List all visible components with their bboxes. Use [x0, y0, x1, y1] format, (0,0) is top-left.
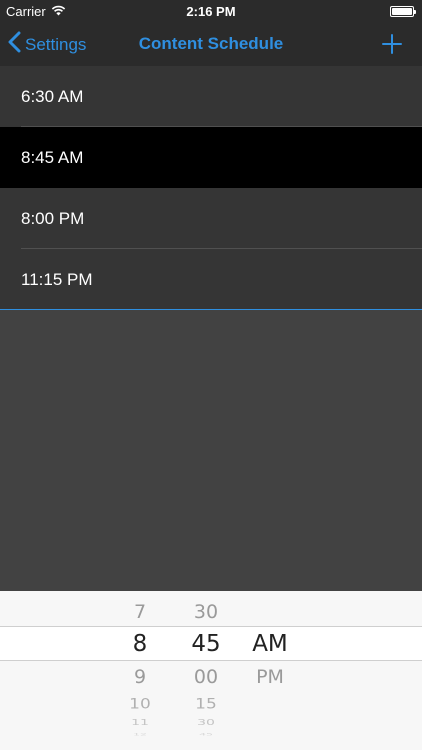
- hour-option: 12: [133, 732, 147, 737]
- ampm-selected: AM: [252, 631, 288, 657]
- hour-option: 11: [131, 718, 149, 728]
- battery-icon: [390, 6, 416, 17]
- schedule-time: 8:00 PM: [21, 209, 85, 228]
- ampm-wheel[interactable]: AM PM: [240, 591, 300, 750]
- minute-wheel[interactable]: 30 45 00 15 30 45: [176, 591, 236, 750]
- minute-option: 00: [193, 666, 219, 688]
- schedule-time: 8:45 AM: [21, 148, 84, 167]
- schedule-list: 6:30 AM 8:45 AM 8:00 PM 11:15 PM: [0, 66, 422, 310]
- time-picker: 7 8 9 10 11 12 30 45 00 15 30 45 AM PM: [0, 591, 422, 750]
- add-button[interactable]: [380, 32, 404, 56]
- navigation-bar: Settings Content Schedule: [0, 22, 422, 66]
- minute-option: 45: [199, 732, 213, 737]
- ampm-option: PM: [256, 666, 284, 688]
- schedule-time: 6:30 AM: [21, 87, 84, 106]
- minute-option: 30: [193, 601, 219, 623]
- screen: Carrier 2:16 PM Settings Content Schedul…: [0, 0, 422, 750]
- plus-icon: [382, 34, 402, 54]
- minute-option: 15: [195, 695, 217, 713]
- hour-wheel[interactable]: 7 8 9 10 11 12: [110, 591, 170, 750]
- status-time: 2:16 PM: [186, 4, 236, 19]
- schedule-row[interactable]: 11:15 PM: [0, 249, 422, 310]
- page-title: Content Schedule: [138, 34, 284, 53]
- minute-selected: 45: [191, 631, 221, 657]
- hour-option: 10: [129, 695, 151, 713]
- schedule-row[interactable]: 6:30 AM: [0, 66, 422, 127]
- hour-option: 9: [133, 666, 147, 688]
- schedule-row-selected[interactable]: 8:45 AM: [0, 127, 422, 188]
- schedule-row[interactable]: 8:00 PM: [0, 188, 422, 249]
- hour-selected: 8: [132, 631, 148, 657]
- hour-option: 7: [133, 601, 147, 623]
- status-bar: Carrier 2:16 PM: [0, 0, 422, 22]
- empty-area: [0, 310, 422, 591]
- schedule-time: 11:15 PM: [21, 270, 93, 289]
- minute-option: 30: [197, 718, 215, 728]
